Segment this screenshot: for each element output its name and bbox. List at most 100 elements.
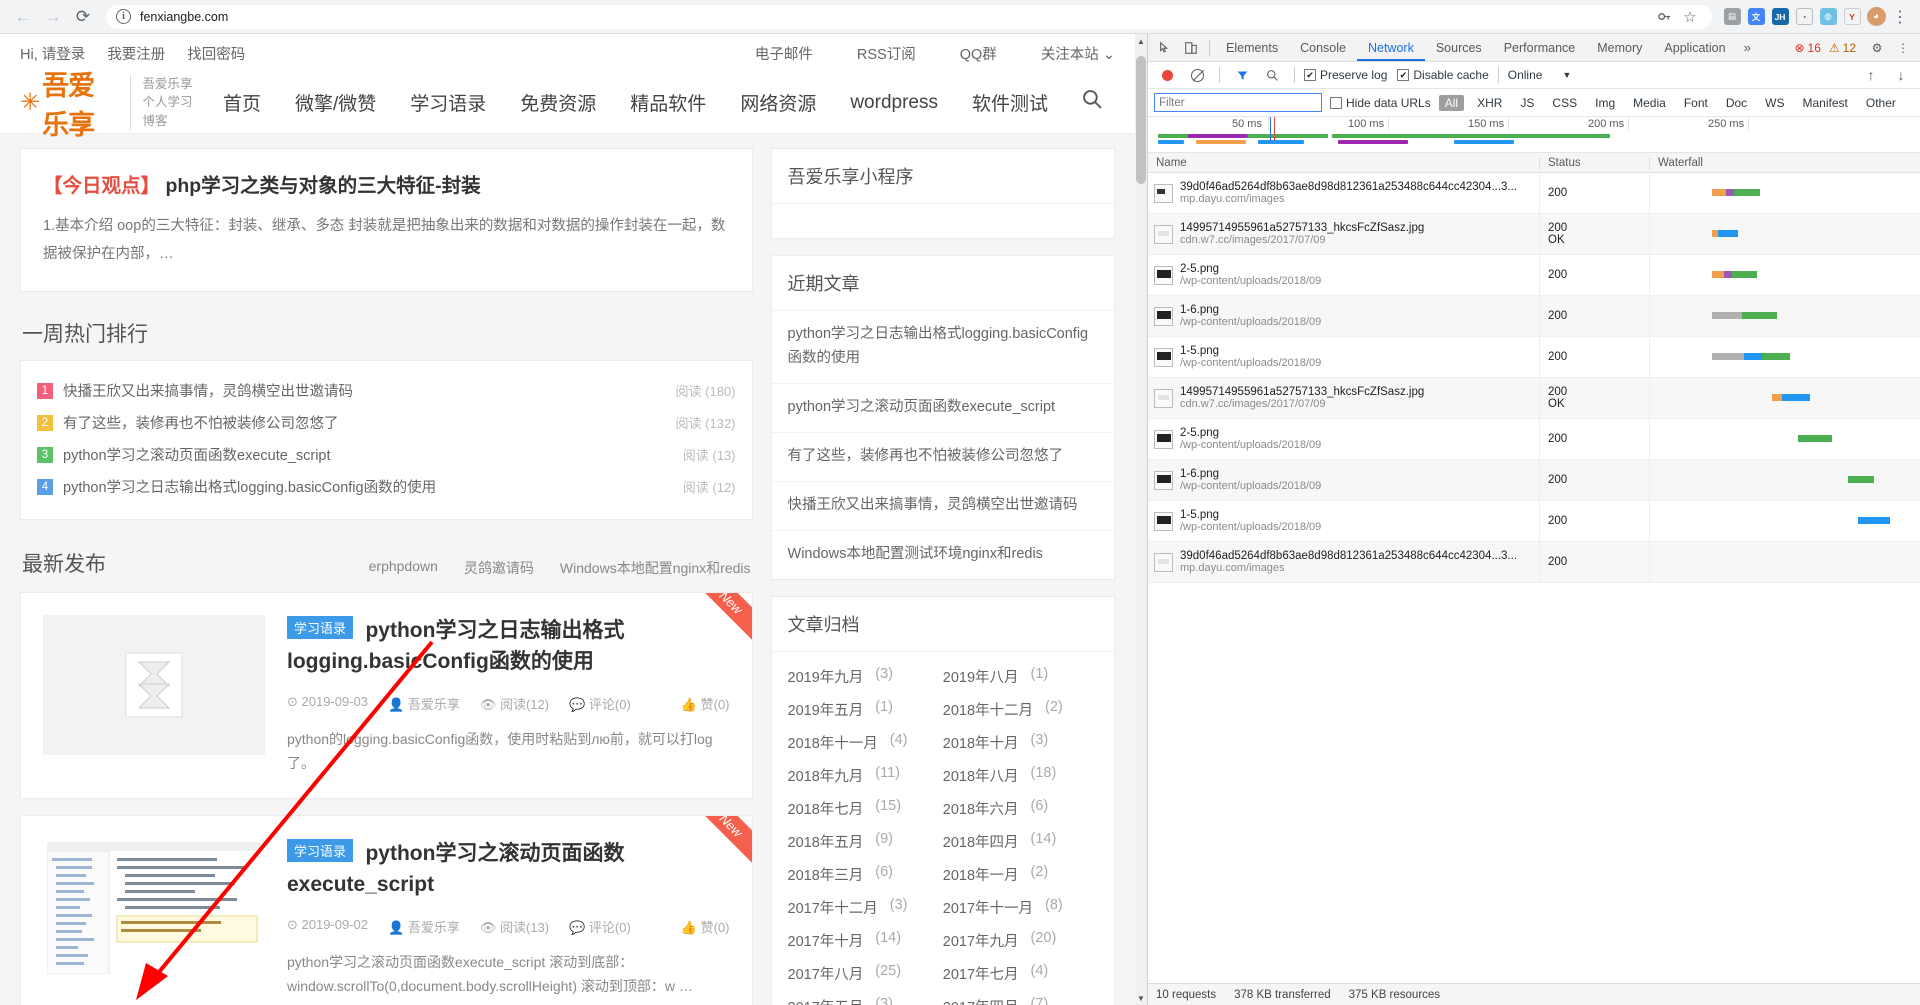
archive-item[interactable]: 2017年九月 (20) xyxy=(943,930,1098,951)
tab-network[interactable]: Network xyxy=(1356,34,1425,61)
scroll-down-arrow[interactable]: ▼ xyxy=(1135,991,1147,1005)
archive-item[interactable]: 2018年八月 (18) xyxy=(943,765,1098,786)
tag-linggeyaoqingma[interactable]: 灵鸽邀请码 xyxy=(464,558,534,578)
login-link[interactable]: Hi, 请登录 xyxy=(20,43,85,64)
nav-item-network[interactable]: 网络资源 xyxy=(740,89,816,116)
rank-title[interactable]: python学习之滚动页面函数execute_script xyxy=(63,444,671,465)
nav-item-quotes[interactable]: 学习语录 xyxy=(410,89,486,116)
extension-icon-1[interactable]: ▤ xyxy=(1720,5,1744,29)
post-thumbnail[interactable] xyxy=(43,614,265,755)
network-request-row[interactable]: 1-5.png/wp-content/uploads/2018/09 200 xyxy=(1148,337,1920,378)
rank-row[interactable]: 1 快播王欣又出来搞事情，灵鸽横空出世邀请码 阅读 (180) xyxy=(37,375,736,407)
recover-password-link[interactable]: 找回密码 xyxy=(187,43,245,64)
network-request-row[interactable]: 39d0f46ad5264df8b63ae8d98d812361a253488c… xyxy=(1148,173,1920,214)
chrome-menu-icon[interactable]: ⋮ xyxy=(1888,5,1912,29)
archive-item[interactable]: 2018年三月 (6) xyxy=(788,864,943,885)
tag-erphpdown[interactable]: erphpdown xyxy=(369,558,438,578)
filter-input[interactable]: Filter xyxy=(1154,93,1322,112)
nav-item-software[interactable]: 精品软件 xyxy=(630,89,706,116)
clear-button[interactable] xyxy=(1184,62,1210,88)
nav-item-wordpress[interactable]: wordpress xyxy=(850,92,938,114)
post-comments[interactable]: 💬 评论(0) xyxy=(569,694,631,713)
devtools-settings-icon[interactable]: ⚙ xyxy=(1864,35,1890,61)
request-name-cell[interactable]: 1-5.png/wp-content/uploads/2018/09 xyxy=(1148,501,1540,541)
request-name-cell[interactable]: 14995714955961a52757133_hkcsFcZfSasz.jpg… xyxy=(1148,214,1540,254)
rank-title[interactable]: 快播王欣又出来搞事情，灵鸽横空出世邀请码 xyxy=(63,380,664,401)
archive-item[interactable]: 2019年五月 (1) xyxy=(788,699,943,720)
archive-item[interactable]: 2018年六月 (6) xyxy=(943,798,1098,819)
extension-icon-4[interactable]: ◔ xyxy=(1792,5,1816,29)
archive-item[interactable]: 2018年五月 (9) xyxy=(788,831,943,852)
archive-item[interactable]: 2019年八月 (1) xyxy=(943,666,1098,687)
resource-filter-media[interactable]: Media xyxy=(1628,96,1671,110)
archive-item[interactable]: 2017年八月 (25) xyxy=(788,963,943,984)
post-author[interactable]: 👤 吾爱乐享 xyxy=(388,694,460,713)
nav-item-weiqing[interactable]: 微擎/微赞 xyxy=(295,89,376,116)
resource-filter-xhr[interactable]: XHR xyxy=(1472,96,1507,110)
focus-title[interactable]: 【今日观点】 php学习之类与对象的三大特征-封装 xyxy=(43,169,730,198)
email-link[interactable]: 电子邮件 xyxy=(755,43,813,64)
bookmark-star-icon[interactable]: ☆ xyxy=(1678,5,1702,29)
inspect-element-icon[interactable] xyxy=(1152,35,1178,61)
record-button[interactable] xyxy=(1154,62,1180,88)
network-request-row[interactable]: 1-6.png/wp-content/uploads/2018/09 200 xyxy=(1148,296,1920,337)
tab-application[interactable]: Application xyxy=(1653,34,1736,61)
network-request-row[interactable]: 1-5.png/wp-content/uploads/2018/09 200 xyxy=(1148,501,1920,542)
network-request-row[interactable]: 2-5.png/wp-content/uploads/2018/09 200 xyxy=(1148,419,1920,460)
tag-windows-nginx-redis[interactable]: Windows本地配置nginx和redis xyxy=(560,558,751,578)
rank-row[interactable]: 3 python学习之滚动页面函数execute_script 阅读 (13) xyxy=(37,439,736,471)
post-thumbnail[interactable] xyxy=(43,837,265,978)
resource-filter-css[interactable]: CSS xyxy=(1547,96,1582,110)
error-count-badge[interactable]: ⊗ 16 xyxy=(1794,41,1820,55)
network-request-row[interactable]: 14995714955961a52757133_hkcsFcZfSasz.jpg… xyxy=(1148,378,1920,419)
tab-performance[interactable]: Performance xyxy=(1493,34,1587,61)
resource-filter-doc[interactable]: Doc xyxy=(1721,96,1752,110)
archive-item[interactable]: 2018年十月 (3) xyxy=(943,732,1098,753)
extension-icon-5[interactable]: ◍ xyxy=(1816,5,1840,29)
tab-sources[interactable]: Sources xyxy=(1425,34,1493,61)
network-request-row[interactable]: 1-6.png/wp-content/uploads/2018/09 200 xyxy=(1148,460,1920,501)
archive-item[interactable]: 2017年七月 (4) xyxy=(943,963,1098,984)
request-name-cell[interactable]: 1-6.png/wp-content/uploads/2018/09 xyxy=(1148,296,1540,336)
more-tabs-icon[interactable]: » xyxy=(1737,40,1758,55)
extension-icon-translate[interactable]: 文 xyxy=(1744,5,1768,29)
post-likes[interactable]: 👍 赞(0) xyxy=(681,917,730,936)
archive-item[interactable]: 2017年五月 (3) xyxy=(788,996,943,1005)
archive-item[interactable]: 2017年四月 (7) xyxy=(943,996,1098,1005)
rank-title[interactable]: python学习之日志输出格式logging.basicConfig函数的使用 xyxy=(63,476,671,497)
page-scrollbar[interactable]: ▲ ▼ xyxy=(1135,34,1147,1005)
network-request-row[interactable]: 14995714955961a52757133_hkcsFcZfSasz.jpg… xyxy=(1148,214,1920,255)
column-header-status[interactable]: Status xyxy=(1540,156,1650,169)
search-icon[interactable] xyxy=(1082,89,1103,116)
resource-filter-font[interactable]: Font xyxy=(1679,96,1713,110)
filter-icon[interactable] xyxy=(1229,62,1255,88)
post-card[interactable]: New 学习语录 python学习之滚动页面函数execute_script ⊙… xyxy=(20,814,753,1005)
archive-item[interactable]: 2018年十一月 (4) xyxy=(788,732,943,753)
disable-cache-checkbox[interactable]: ✔ Disable cache xyxy=(1397,68,1489,82)
archive-item[interactable]: 2018年九月 (11) xyxy=(788,765,943,786)
archive-item[interactable]: 2018年四月 (14) xyxy=(943,831,1098,852)
request-name-cell[interactable]: 14995714955961a52757133_hkcsFcZfSasz.jpg… xyxy=(1148,378,1540,418)
preserve-log-checkbox[interactable]: ✔ Preserve log xyxy=(1304,68,1387,82)
import-har-icon[interactable]: ↑ xyxy=(1858,62,1884,88)
post-author[interactable]: 👤 吾爱乐享 xyxy=(388,917,460,936)
back-button[interactable]: ← xyxy=(8,2,38,32)
rank-row[interactable]: 2 有了这些，装修再也不怕被装修公司忽悠了 阅读 (132) xyxy=(37,407,736,439)
request-name-cell[interactable]: 2-5.png/wp-content/uploads/2018/09 xyxy=(1148,419,1540,459)
resource-filter-ws[interactable]: WS xyxy=(1760,96,1789,110)
archive-item[interactable]: 2017年十月 (14) xyxy=(788,930,943,951)
post-comments[interactable]: 💬 评论(0) xyxy=(569,917,631,936)
request-name-cell[interactable]: 1-6.png/wp-content/uploads/2018/09 xyxy=(1148,460,1540,500)
recent-post-item[interactable]: 有了这些，装修再也不怕被装修公司忽悠了 xyxy=(771,433,1114,482)
archive-item[interactable]: 2017年十二月 (3) xyxy=(788,897,943,918)
column-header-waterfall[interactable]: Waterfall xyxy=(1650,157,1920,169)
nav-item-testing[interactable]: 软件测试 xyxy=(972,89,1048,116)
address-bar[interactable]: i fenxiangbe.com ☆ xyxy=(106,4,1712,29)
export-har-icon[interactable]: ↓ xyxy=(1888,62,1914,88)
resource-filter-manifest[interactable]: Manifest xyxy=(1798,96,1853,110)
site-logo[interactable]: 吾爱乐享 xyxy=(42,64,117,142)
recent-post-item[interactable]: python学习之日志输出格式logging.basicConfig函数的使用 xyxy=(771,311,1114,384)
scroll-up-arrow[interactable]: ▲ xyxy=(1135,34,1147,48)
profile-avatar[interactable]: ◕ xyxy=(1864,5,1888,29)
scrollbar-thumb[interactable] xyxy=(1136,56,1146,184)
